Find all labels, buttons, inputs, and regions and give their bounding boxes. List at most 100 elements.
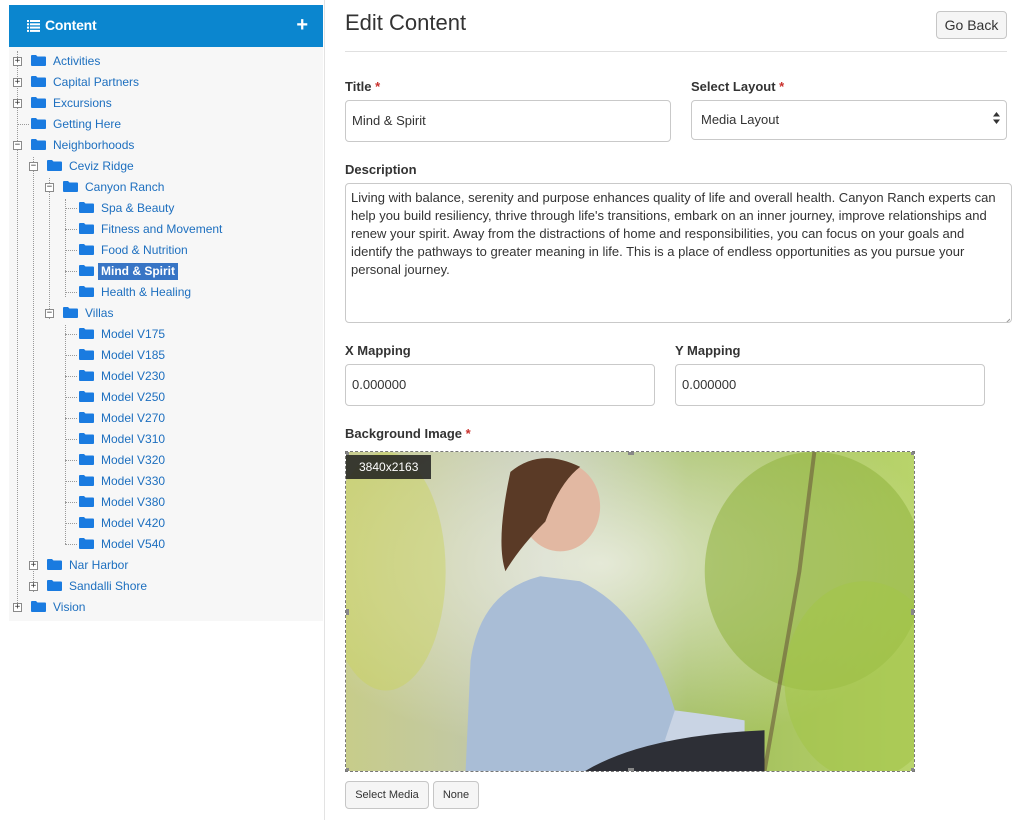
title-label-text: Title — [345, 79, 372, 94]
tree-connector — [65, 250, 77, 251]
tree-item-label[interactable]: Canyon Ranch — [82, 179, 167, 196]
tree-item-label[interactable]: Capital Partners — [50, 74, 142, 91]
tree-item-label[interactable]: Model V270 — [98, 410, 168, 427]
background-image-preview[interactable]: 3840x2163 — [345, 451, 915, 772]
divider — [345, 51, 1007, 52]
x-mapping-label: X Mapping — [345, 343, 411, 358]
tree-item-label[interactable]: Model V380 — [98, 494, 168, 511]
folder-icon — [79, 265, 94, 276]
required-marker: * — [375, 79, 381, 94]
tree-item-label[interactable]: Spa & Beauty — [98, 200, 177, 217]
tree-item-label[interactable]: Villas — [82, 305, 116, 322]
tree-item-label[interactable]: Model V540 — [98, 536, 168, 553]
tree-item-label[interactable]: Model V175 — [98, 326, 168, 343]
tree-connector — [65, 481, 77, 482]
page-title: Edit Content — [345, 10, 467, 35]
tree-item-label[interactable]: Getting Here — [50, 116, 124, 133]
tree-item-label[interactable]: Health & Healing — [98, 284, 194, 301]
tree-connector — [33, 157, 34, 592]
collapse-toggle[interactable]: − — [45, 309, 54, 318]
resize-handle[interactable] — [628, 452, 634, 455]
folder-icon — [31, 76, 46, 87]
resize-grip-icon[interactable] — [1002, 313, 1011, 322]
description-label: Description — [345, 162, 417, 177]
folder-icon — [31, 601, 46, 612]
layout-select[interactable]: Media Layout — [691, 100, 1007, 140]
collapse-toggle[interactable]: − — [13, 141, 22, 150]
sidebar-header: Content + — [9, 5, 323, 47]
description-textarea[interactable]: Living with balance, serenity and purpos… — [345, 183, 1012, 323]
tree-item-label-selected[interactable]: Mind & Spirit — [98, 263, 178, 280]
resize-handle[interactable] — [346, 768, 349, 771]
required-marker: * — [465, 426, 471, 441]
tree-item-label[interactable]: Model V185 — [98, 347, 168, 364]
tree-item-label[interactable]: Model V330 — [98, 473, 168, 490]
resize-handle[interactable] — [346, 452, 349, 455]
tree-item-label[interactable]: Food & Nutrition — [98, 242, 191, 259]
title-input[interactable]: Mind & Spirit — [345, 100, 671, 142]
resize-handle[interactable] — [346, 609, 349, 615]
folder-icon — [47, 580, 62, 591]
tree-item-label[interactable]: Neighborhoods — [50, 137, 137, 154]
expand-toggle[interactable]: + — [29, 561, 38, 570]
tree-item-label[interactable]: Vision — [50, 599, 88, 616]
go-back-button[interactable]: Go Back — [936, 11, 1007, 39]
expand-toggle[interactable]: + — [13, 57, 22, 66]
folder-icon — [79, 328, 94, 339]
tree-connector — [65, 208, 77, 209]
expand-toggle[interactable]: + — [13, 603, 22, 612]
layout-select-value: Media Layout — [701, 112, 780, 127]
resize-handle[interactable] — [911, 609, 914, 615]
expand-toggle[interactable]: + — [13, 78, 22, 87]
tree-item-label[interactable]: Activities — [50, 53, 103, 70]
tree-item-label[interactable]: Model V250 — [98, 389, 168, 406]
y-mapping-input[interactable]: 0.000000 — [675, 364, 985, 406]
tree-item-label[interactable]: Model V320 — [98, 452, 168, 469]
select-layout-label: Select Layout * — [691, 79, 784, 94]
tree-item-label[interactable]: Sandalli Shore — [66, 578, 150, 595]
plus-icon[interactable]: + — [296, 15, 308, 35]
resize-handle[interactable] — [911, 768, 914, 771]
tree-connector — [65, 523, 77, 524]
list-icon — [27, 20, 40, 32]
resize-handle[interactable] — [628, 768, 634, 771]
tree-item-label[interactable]: Model V310 — [98, 431, 168, 448]
background-image — [346, 452, 914, 771]
none-button[interactable]: None — [433, 781, 479, 809]
expand-toggle[interactable]: + — [29, 582, 38, 591]
background-image-label-text: Background Image — [345, 426, 463, 441]
x-mapping-input[interactable]: 0.000000 — [345, 364, 655, 406]
expand-toggle[interactable]: + — [13, 99, 22, 108]
edit-content-panel: Edit Content Go Back Title * Mind & Spir… — [326, 0, 1015, 820]
tree-connector — [65, 376, 77, 377]
folder-icon — [79, 391, 94, 402]
background-image-label: Background Image * — [345, 426, 471, 441]
folder-icon — [47, 160, 62, 171]
folder-icon — [79, 433, 94, 444]
folder-icon — [31, 118, 46, 129]
content-sidebar: Content + + Activities + Capital Partner… — [0, 0, 325, 820]
resize-handle[interactable] — [911, 452, 914, 455]
x-mapping-label-text: X Mapping — [345, 343, 411, 358]
tree-item-label[interactable]: Nar Harbor — [66, 557, 131, 574]
required-marker: * — [779, 79, 785, 94]
folder-icon — [79, 538, 94, 549]
collapse-toggle[interactable]: − — [29, 162, 38, 171]
tree-connector — [65, 418, 77, 419]
tree-connector — [65, 199, 66, 297]
tree-connector — [65, 334, 77, 335]
tree-item-label[interactable]: Fitness and Movement — [98, 221, 225, 238]
tree-item-label[interactable]: Ceviz Ridge — [66, 158, 137, 175]
tree-connector — [65, 397, 77, 398]
select-media-button[interactable]: Select Media — [345, 781, 429, 809]
collapse-toggle[interactable]: − — [45, 183, 54, 192]
folder-icon — [79, 454, 94, 465]
tree-item-label[interactable]: Model V230 — [98, 368, 168, 385]
y-mapping-label: Y Mapping — [675, 343, 740, 358]
folder-icon — [79, 202, 94, 213]
tree-connector — [65, 271, 77, 272]
tree-item-label[interactable]: Model V420 — [98, 515, 168, 532]
folder-icon — [79, 286, 94, 297]
tree-item-label[interactable]: Excursions — [50, 95, 115, 112]
folder-icon — [79, 223, 94, 234]
